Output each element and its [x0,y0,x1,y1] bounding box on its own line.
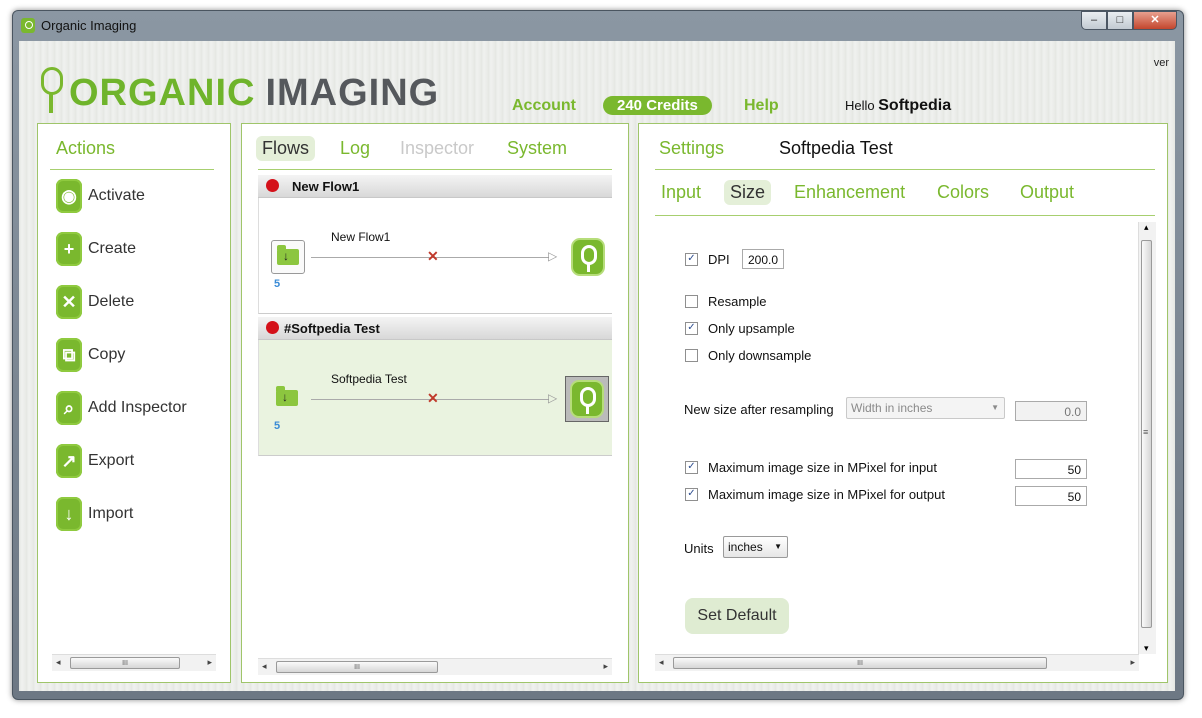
size-settings-form: ✓ DPI 200.0 Resample ✓ Only upsample Onl… [639,124,1167,682]
flow-status-icon [266,321,279,334]
tab-log[interactable]: Log [334,136,376,161]
scroll-thumb[interactable]: ≡ [1141,240,1152,628]
new-size-input[interactable]: 0.0 [1015,401,1087,421]
settings-panel: Settings Softpedia Test Input Size Enhan… [638,123,1168,683]
max-input-label: Maximum image size in MPixel for input [708,460,938,475]
flow-body-selected[interactable]: 5 Softpedia Test ✕ ▷ [258,340,612,456]
dpi-input[interactable]: 200.0 [742,249,784,269]
scroll-right-arrow-icon[interactable]: ▸ [1130,657,1135,668]
scroll-thumb[interactable]: III [673,657,1047,669]
app-client-area: ORGANIC IMAGING Account 240 Credits Help… [19,41,1175,691]
resample-checkbox[interactable] [685,295,698,308]
actions-hscrollbar[interactable]: ◂ III ▸ [52,654,216,671]
settings-hscrollbar[interactable]: ◂ III ▸ [655,654,1139,671]
minimize-button[interactable]: – [1081,11,1107,30]
arrow-right-icon: ▷ [548,249,558,263]
scroll-right-arrow-icon[interactable]: ▸ [207,657,212,668]
input-folder-icon[interactable] [271,382,305,416]
x-icon: ✕ [56,285,82,319]
dpi-label: DPI [708,252,730,267]
close-button[interactable]: ✕ [1133,11,1177,30]
create-action[interactable]: + Create [56,229,136,269]
only-downsample-label: Only downsample [708,348,812,363]
flow-header[interactable]: New Flow1 [258,175,612,198]
scroll-thumb[interactable]: III [276,661,438,673]
disconnected-x-icon: ✕ [427,248,439,264]
username: Softpedia [878,97,952,114]
title-bar: Organic Imaging – □ ✕ [13,11,1183,41]
scroll-left-arrow-icon[interactable]: ◂ [659,657,664,668]
import-action[interactable]: ↓ Import [56,494,133,534]
chevron-down-icon: ▼ [991,403,999,412]
scroll-right-arrow-icon[interactable]: ▸ [603,661,608,672]
account-link[interactable]: Account [512,97,576,115]
units-dropdown[interactable]: inches ▼ [723,536,788,558]
max-output-checkbox[interactable]: ✓ [685,488,698,501]
maximize-button[interactable]: □ [1107,11,1133,30]
flow-item-count: 5 [274,420,281,432]
export-arrow-icon: ↗ [56,444,82,478]
dpi-checkbox[interactable]: ✓ [685,253,698,266]
app-logo-icon [21,18,35,33]
new-size-dropdown[interactable]: Width in inches ▼ [846,397,1005,419]
flow-item-count: 5 [274,278,281,290]
output-node-icon[interactable] [571,238,605,276]
arrow-right-icon: ▷ [548,391,558,405]
chevron-down-icon: ▼ [774,542,782,551]
units-label: Units [684,541,714,556]
credits-badge[interactable]: 240 Credits [603,96,712,115]
activate-action[interactable]: ◉ Activate [56,176,145,216]
only-upsample-checkbox[interactable]: ✓ [685,322,698,335]
max-input-checkbox[interactable]: ✓ [685,461,698,474]
flows-hscrollbar[interactable]: ◂ III ▸ [258,658,612,675]
set-default-button[interactable]: Set Default [685,598,789,634]
import-arrow-icon: ↓ [56,497,82,531]
tab-inspector[interactable]: Inspector [394,136,480,161]
new-size-label: New size after resampling [684,402,834,417]
flows-panel: Flows Log Inspector System New Flow1 5 N… [241,123,629,683]
flow-body[interactable]: 5 New Flow1 ✕ ▷ [258,198,612,314]
magnifier-icon: ⌕ [56,391,82,425]
resample-label: Resample [708,294,767,309]
export-action[interactable]: ↗ Export [56,441,134,481]
flow-status-icon [266,179,279,192]
input-folder-icon[interactable] [271,240,305,274]
only-downsample-checkbox[interactable] [685,349,698,362]
scroll-down-arrow-icon[interactable]: ▾ [1144,643,1149,654]
add-inspector-action[interactable]: ⌕ Add Inspector [56,388,187,428]
window-title: Organic Imaging [41,18,137,33]
scroll-left-arrow-icon[interactable]: ◂ [56,657,61,668]
max-input-field[interactable]: 50 [1015,459,1087,479]
actions-title: Actions [56,138,116,158]
scroll-thumb[interactable]: III [70,657,180,669]
logo-mark-icon [41,67,63,115]
power-icon: ◉ [56,179,82,213]
app-window: Organic Imaging – □ ✕ ORGANIC IMAGING Ac… [12,10,1184,700]
help-link[interactable]: Help [744,97,779,115]
tab-system[interactable]: System [501,136,573,161]
disconnected-x-icon: ✕ [427,390,439,406]
scroll-left-arrow-icon[interactable]: ◂ [262,661,267,672]
max-output-field[interactable]: 50 [1015,486,1087,506]
output-node-icon [570,380,604,418]
organic-imaging-logo: ORGANIC IMAGING [41,55,439,115]
version-label: ver [1153,57,1169,69]
flow-header[interactable]: #Softpedia Test [258,317,612,340]
copy-action[interactable]: ⧉ Copy [56,335,125,375]
actions-panel: Actions ◉ Activate + Create ✕ Delete ⧉ C… [37,123,231,683]
flow-name: Softpedia Test [331,372,407,386]
max-output-label: Maximum image size in MPixel for output [708,487,945,502]
tab-flows[interactable]: Flows [256,136,316,161]
only-upsample-label: Only upsample [708,321,795,336]
flow-name: New Flow1 [331,230,391,244]
output-node-selected[interactable] [565,376,609,422]
delete-action[interactable]: ✕ Delete [56,282,134,322]
plus-icon: + [56,232,82,266]
copy-icon: ⧉ [56,338,82,372]
greeting: Hello Softpedia [845,97,952,114]
scroll-up-arrow-icon[interactable]: ▴ [1144,222,1149,233]
settings-vscrollbar[interactable]: ▴ ≡ ▾ [1138,222,1156,654]
